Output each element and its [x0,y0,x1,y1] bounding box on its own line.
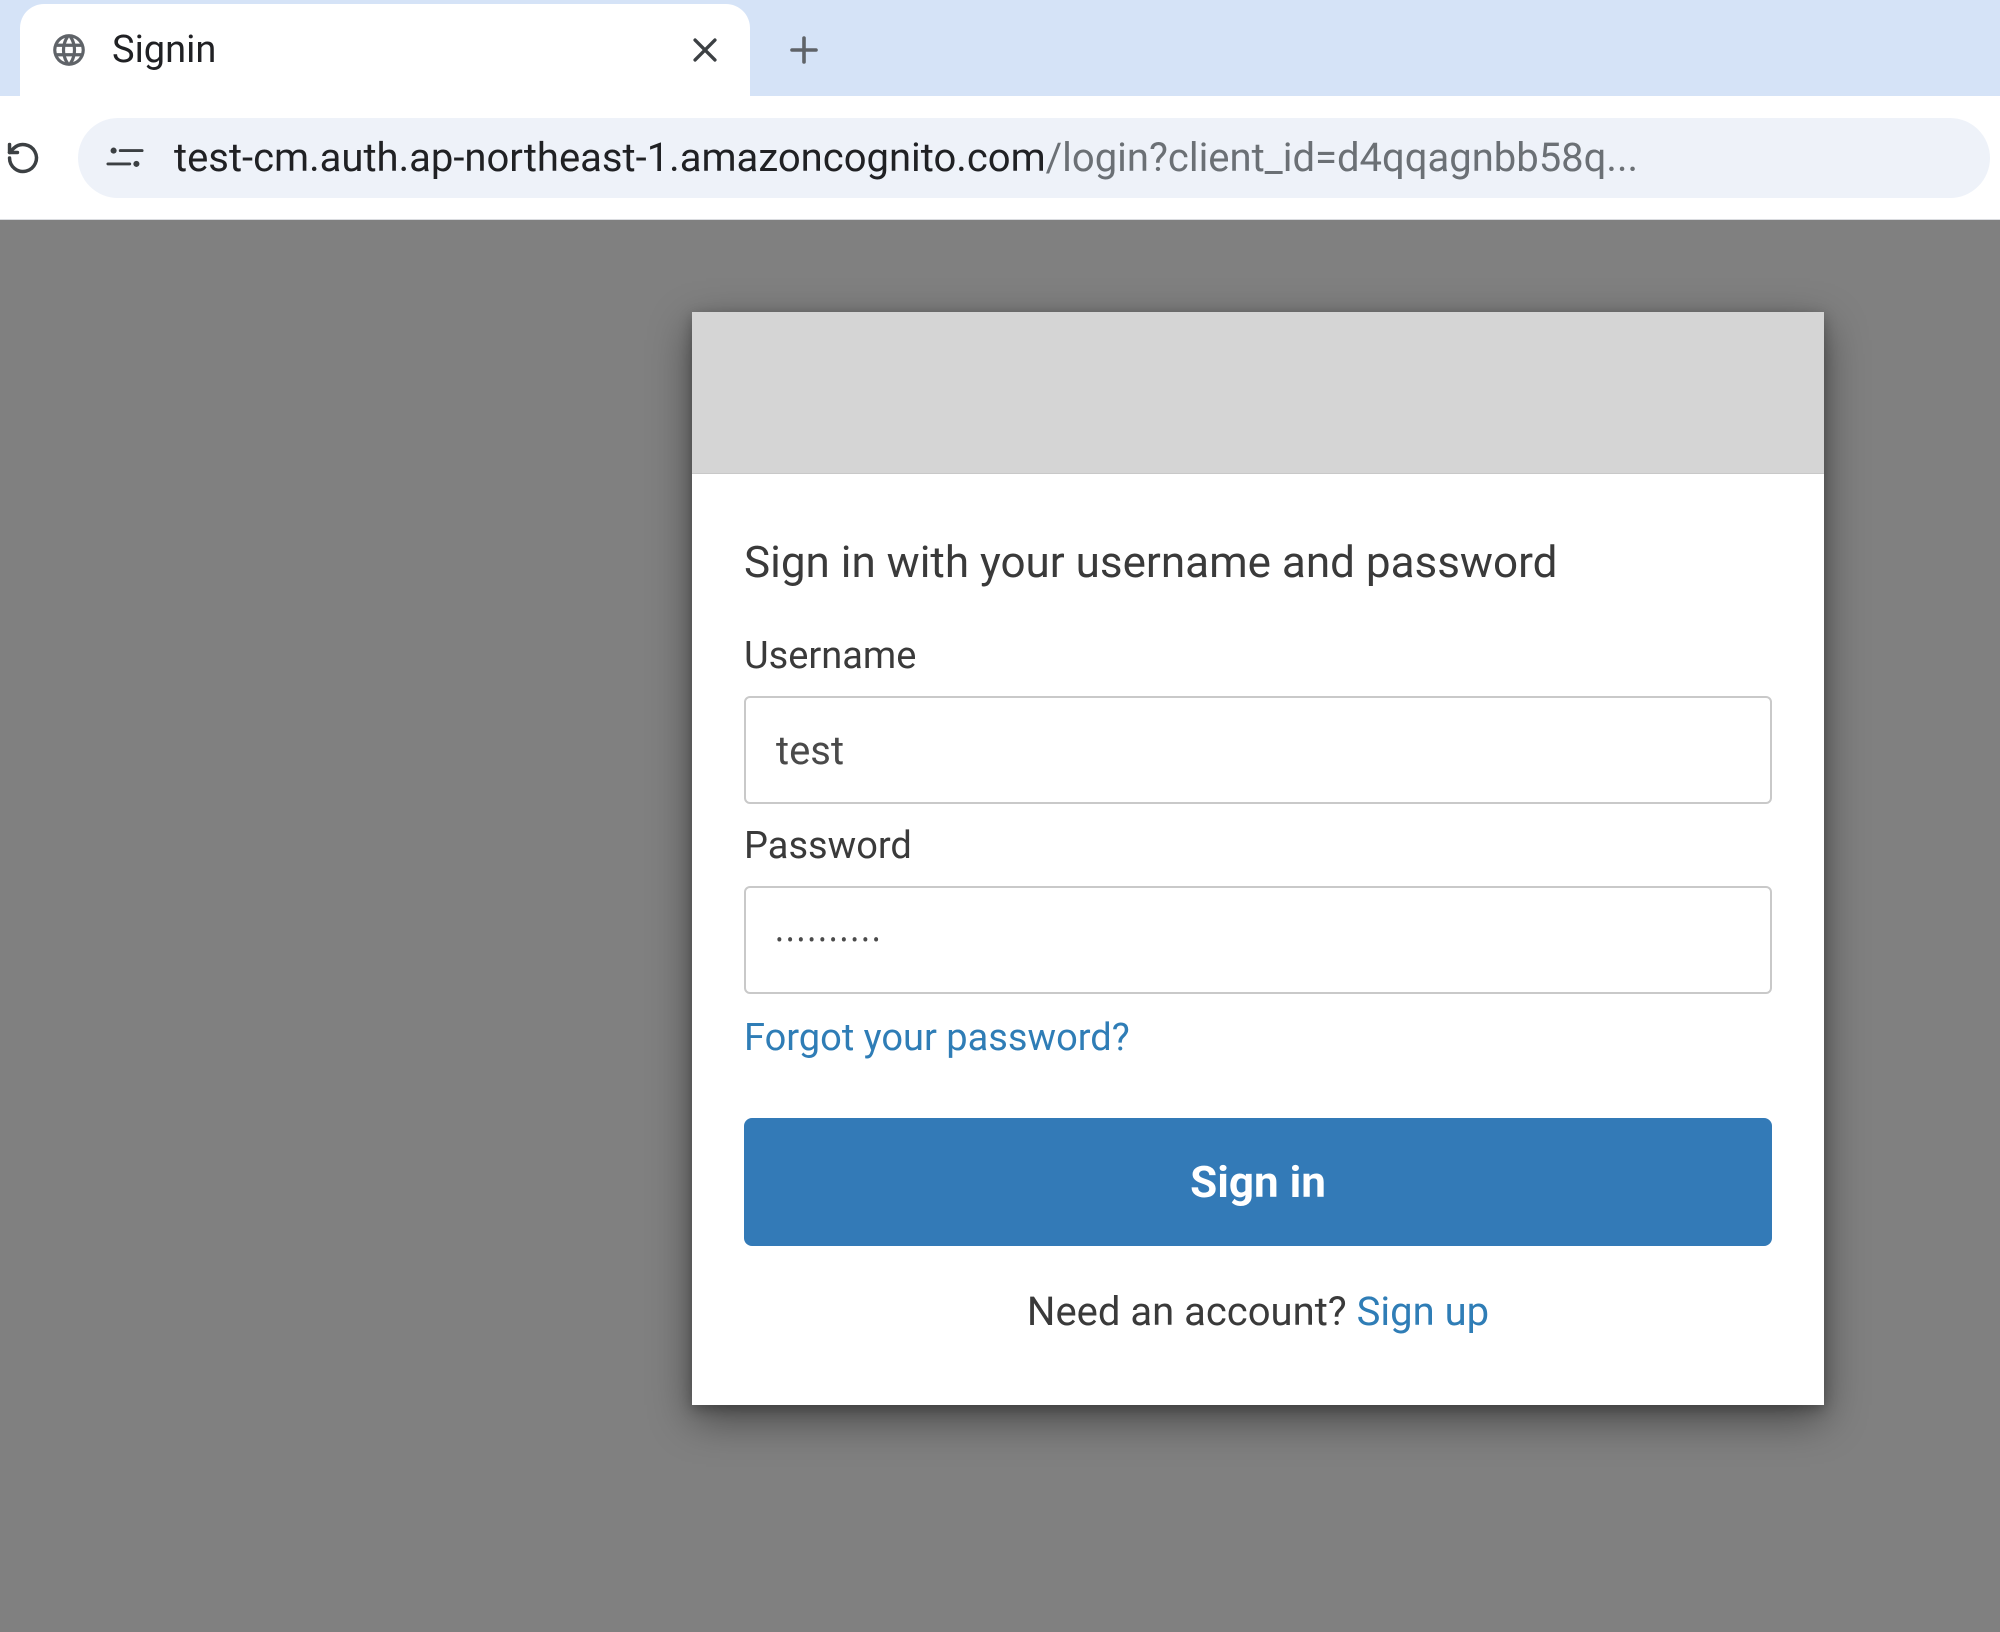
username-input[interactable] [744,696,1772,804]
url-host: test-cm.auth.ap-northeast-1.amazoncognit… [174,134,1046,181]
url-text: test-cm.auth.ap-northeast-1.amazoncognit… [174,134,1638,181]
browser-toolbar: test-cm.auth.ap-northeast-1.amazoncognit… [0,96,2000,220]
close-icon[interactable] [688,33,722,67]
username-label: Username [744,634,1772,678]
browser-tab[interactable]: Signin [20,4,750,96]
address-bar[interactable]: test-cm.auth.ap-northeast-1.amazoncognit… [78,118,1990,198]
browser-tab-strip: Signin [0,0,2000,96]
need-account-text: Need an account? [1027,1288,1347,1335]
login-card: Sign in with your username and password … [692,312,1824,1405]
reload-icon[interactable] [4,139,42,177]
signup-row: Need an account? Sign up [744,1288,1772,1335]
signin-button[interactable]: Sign in [744,1118,1772,1246]
login-heading: Sign in with your username and password [744,536,1772,588]
signup-link[interactable]: Sign up [1357,1288,1489,1335]
forgot-password-link[interactable]: Forgot your password? [744,1016,1130,1060]
login-form: Sign in with your username and password … [692,474,1824,1405]
password-label: Password [744,824,1772,868]
password-input[interactable] [744,886,1772,994]
globe-icon [50,31,88,69]
new-tab-button[interactable] [774,4,834,96]
login-banner [692,312,1824,474]
page-viewport: Sign in with your username and password … [0,220,2000,1632]
url-path: /login?client_id=d4qqagnbb58q... [1046,134,1638,181]
tab-title: Signin [112,28,688,72]
site-settings-icon[interactable] [106,143,144,173]
